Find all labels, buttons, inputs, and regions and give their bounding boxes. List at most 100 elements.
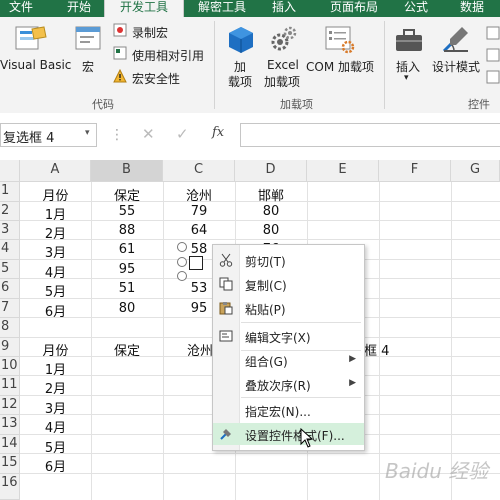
- design-mode-icon[interactable]: [440, 23, 472, 58]
- formula-input[interactable]: [240, 123, 500, 147]
- table-header-cell[interactable]: 沧州: [163, 340, 213, 359]
- table-cell[interactable]: 5月: [20, 281, 91, 300]
- chevron-down-icon[interactable]: ▾: [85, 128, 90, 138]
- menu-item-order[interactable]: 叠放次序(R) ▶: [213, 373, 364, 395]
- chevron-down-icon[interactable]: ▾: [404, 73, 409, 83]
- row-header[interactable]: 4: [0, 240, 20, 260]
- checkbox-control[interactable]: [189, 256, 203, 270]
- addins-label-2[interactable]: 载项: [228, 73, 252, 90]
- gear-icon[interactable]: [268, 25, 298, 58]
- column-header[interactable]: D: [235, 160, 307, 182]
- com-addins-label[interactable]: COM 加载项: [306, 58, 374, 75]
- table-header-cell[interactable]: 沧州: [163, 185, 235, 204]
- row-header[interactable]: 15: [0, 454, 20, 474]
- insert-function-icon[interactable]: fx: [212, 125, 224, 140]
- select-all-corner[interactable]: [0, 160, 20, 182]
- properties-icon[interactable]: [486, 25, 500, 88]
- macro-security-button[interactable]: 宏安全性: [132, 70, 180, 87]
- row-header[interactable]: 5: [0, 260, 20, 279]
- checkbox-label-fragment[interactable]: 框 4: [364, 340, 404, 359]
- resize-handle[interactable]: [177, 271, 187, 281]
- menu-item-cut[interactable]: 剪切(T): [213, 249, 364, 271]
- row-header[interactable]: 3: [0, 221, 20, 240]
- excel-addins-label-2[interactable]: 加载项: [264, 73, 300, 90]
- tab-decrypt[interactable]: 解密工具: [190, 0, 254, 17]
- record-macro-button[interactable]: 录制宏: [132, 24, 168, 41]
- column-header[interactable]: E: [307, 160, 379, 182]
- table-cell[interactable]: 61: [91, 242, 163, 257]
- name-box-value[interactable]: 复选框 4: [3, 127, 54, 146]
- table-cell[interactable]: 95: [91, 262, 163, 277]
- table-cell[interactable]: 4月: [20, 417, 91, 436]
- enter-check-icon[interactable]: ✓: [176, 125, 189, 143]
- row-header[interactable]: 6: [0, 279, 20, 299]
- table-cell[interactable]: 2月: [20, 223, 91, 242]
- table-cell[interactable]: 88: [91, 223, 163, 238]
- row-header[interactable]: 13: [0, 415, 20, 435]
- row-header[interactable]: 12: [0, 396, 20, 415]
- table-cell[interactable]: 2月: [20, 378, 91, 397]
- column-header[interactable]: B: [91, 160, 163, 182]
- table-cell[interactable]: 64: [163, 223, 235, 238]
- table-cell[interactable]: 80: [235, 223, 307, 238]
- visual-basic-label[interactable]: Visual Basic: [0, 58, 71, 72]
- resize-handle[interactable]: [177, 242, 187, 252]
- tab-formulas[interactable]: 公式: [394, 0, 438, 17]
- excel-addins-label[interactable]: Excel: [267, 58, 299, 72]
- row-header[interactable]: 8: [0, 318, 20, 338]
- row-header[interactable]: 2: [0, 202, 20, 221]
- toolbox-icon[interactable]: [394, 27, 424, 56]
- table-header-cell[interactable]: 月份: [20, 340, 91, 359]
- warning-icon[interactable]: [113, 68, 127, 86]
- table-cell[interactable]: 6月: [20, 301, 91, 320]
- menu-item-copy[interactable]: 复制(C): [213, 273, 364, 295]
- table-cell[interactable]: 3月: [20, 398, 91, 417]
- menu-item-group[interactable]: 组合(G) ▶: [213, 349, 364, 371]
- table-cell[interactable]: 55: [91, 204, 163, 219]
- menu-item-assign-macro[interactable]: 指定宏(N)...: [213, 399, 364, 421]
- table-cell[interactable]: 79: [163, 204, 235, 219]
- tab-data[interactable]: 数据: [450, 0, 494, 17]
- table-cell[interactable]: 3月: [20, 242, 91, 261]
- table-cell[interactable]: 4月: [20, 262, 91, 281]
- row-header[interactable]: 1: [0, 182, 20, 202]
- row-header[interactable]: 14: [0, 435, 20, 454]
- tab-home[interactable]: 开始: [56, 0, 102, 17]
- macro-label[interactable]: 宏: [82, 58, 94, 75]
- design-mode-button[interactable]: 设计模式: [432, 58, 480, 75]
- macro-icon[interactable]: [74, 25, 104, 56]
- table-header-cell[interactable]: 保定: [91, 340, 163, 359]
- table-header-cell[interactable]: 邯郸: [235, 185, 307, 204]
- table-cell[interactable]: 80: [91, 301, 163, 316]
- table-cell[interactable]: 1月: [20, 359, 91, 378]
- table-cell[interactable]: 80: [235, 204, 307, 219]
- menu-item-format-control[interactable]: 设置控件格式(F)...: [213, 423, 364, 445]
- table-cell[interactable]: 6月: [20, 456, 91, 475]
- row-header[interactable]: 11: [0, 376, 20, 396]
- tab-developer[interactable]: 开发工具: [104, 0, 184, 17]
- table-cell[interactable]: 5月: [20, 437, 91, 456]
- table-header-cell[interactable]: 保定: [91, 185, 163, 204]
- table-cell[interactable]: 51: [91, 281, 163, 296]
- menu-item-edit-text[interactable]: 编辑文字(X): [213, 325, 364, 347]
- tab-file[interactable]: 文件: [0, 0, 42, 17]
- relative-ref-icon[interactable]: [113, 46, 127, 63]
- row-header[interactable]: 10: [0, 357, 20, 376]
- menu-item-paste[interactable]: 粘贴(P): [213, 297, 364, 319]
- table-cell[interactable]: 1月: [20, 204, 91, 223]
- row-header[interactable]: 9: [0, 338, 20, 357]
- row-header[interactable]: 7: [0, 299, 20, 318]
- tab-insert[interactable]: 插入: [262, 0, 306, 17]
- resize-handle[interactable]: [177, 257, 187, 267]
- column-header[interactable]: A: [20, 160, 91, 182]
- column-header[interactable]: C: [163, 160, 235, 182]
- table-header-cell[interactable]: 月份: [20, 185, 91, 204]
- name-box[interactable]: 复选框 4 ▾: [0, 123, 97, 147]
- row-header[interactable]: 16: [0, 474, 20, 500]
- column-header[interactable]: G: [451, 160, 500, 182]
- tab-page-layout[interactable]: 页面布局: [322, 0, 386, 17]
- column-header[interactable]: F: [379, 160, 451, 182]
- relative-ref-button[interactable]: 使用相对引用: [132, 47, 204, 64]
- visual-basic-icon[interactable]: [14, 23, 48, 56]
- record-macro-icon[interactable]: [113, 23, 127, 40]
